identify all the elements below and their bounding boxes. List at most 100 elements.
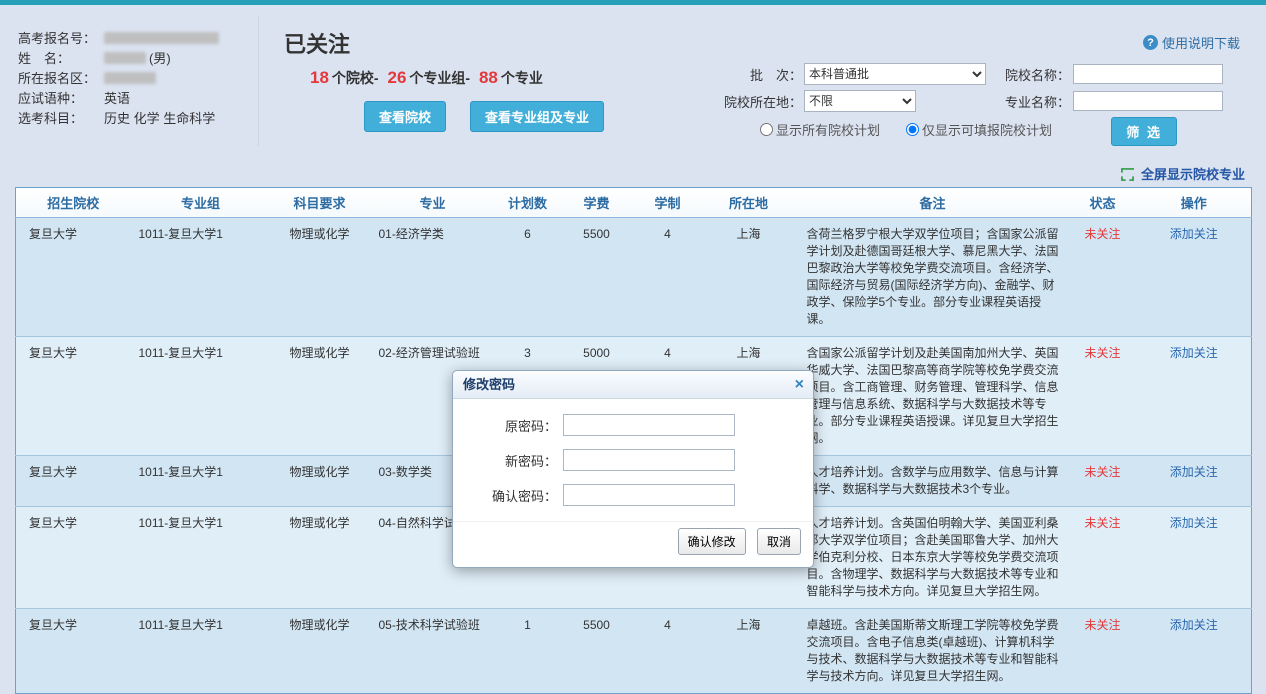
cancel-button[interactable]: 取消 xyxy=(757,528,801,555)
new-password-input[interactable] xyxy=(563,449,735,471)
major-cell: 05-技术科学试验班 xyxy=(369,609,497,694)
column-header: 状态 xyxy=(1069,188,1137,218)
profile-field: 姓 名： (男) xyxy=(18,49,250,69)
confirm-change-button[interactable]: 确认修改 xyxy=(678,528,746,555)
college-cell: 复旦大学 xyxy=(16,507,131,609)
column-header: 操作 xyxy=(1137,188,1252,218)
password-field-label: 新密码： xyxy=(479,451,557,470)
profile-field: 选考科目： 历史 化学 生命科学 xyxy=(18,109,250,129)
help-link[interactable]: ? 使用说明下载 xyxy=(1143,33,1240,52)
redacted-value xyxy=(104,32,219,44)
group-cell: 1011-复旦大学1 xyxy=(131,507,271,609)
fullscreen-icon xyxy=(1121,168,1134,181)
column-header: 专业组 xyxy=(131,188,271,218)
filter-button[interactable]: 筛 选 xyxy=(1111,117,1177,146)
fullscreen-link-label: 全屏显示院校专业 xyxy=(1141,167,1245,182)
profile-field: 高考报名号： xyxy=(18,29,250,49)
add-follow-link[interactable]: 添加关注 xyxy=(1170,227,1218,241)
action-cell: 添加关注 xyxy=(1137,456,1252,507)
filter-row-1: 批 次： 本科普通批 院校名称： xyxy=(716,63,1221,85)
location-cell: 上海 xyxy=(701,609,797,694)
password-field-row: 确认密码： xyxy=(479,484,787,506)
table-row: 复旦大学 1011-复旦大学1 物理或化学 01-经济学类 6 5500 4 上… xyxy=(16,218,1252,337)
status-cell: 未关注 xyxy=(1069,456,1137,507)
subjects-cell: 物理或化学 xyxy=(271,218,369,337)
subjects-cell: 物理或化学 xyxy=(271,456,369,507)
location-select[interactable]: 不限 xyxy=(804,90,916,112)
password-field-row: 新密码： xyxy=(479,449,787,471)
status-cell: 未关注 xyxy=(1069,337,1137,456)
column-header: 科目要求 xyxy=(271,188,369,218)
college-name-input[interactable] xyxy=(1073,64,1223,84)
college-cell: 复旦大学 xyxy=(16,337,131,456)
view-groups-button[interactable]: 查看专业组及专业 xyxy=(470,101,604,132)
column-header: 学费 xyxy=(559,188,635,218)
group-cell: 1011-复旦大学1 xyxy=(131,456,271,507)
column-header: 备注 xyxy=(797,188,1069,218)
close-icon[interactable]: × xyxy=(795,371,804,399)
college-cell: 复旦大学 xyxy=(16,218,131,337)
profile-field-value: 历史 化学 生命科学 xyxy=(104,111,215,126)
remark-cell: 人才培养计划。含数学与应用数学、信息与计算科学、数据科学与大数据技术3个专业。 xyxy=(797,456,1069,507)
redacted-value xyxy=(104,72,156,84)
dialog-footer: 确认修改 取消 xyxy=(453,521,813,567)
view-colleges-button[interactable]: 查看院校 xyxy=(364,101,446,132)
profile-field-value: 英语 xyxy=(104,91,130,106)
batch-select[interactable]: 本科普通批 xyxy=(804,63,986,85)
status-cell: 未关注 xyxy=(1069,609,1137,694)
redacted-value xyxy=(104,52,146,64)
major-name-input[interactable] xyxy=(1073,91,1223,111)
stat-number: 18 xyxy=(310,68,329,87)
college-cell: 复旦大学 xyxy=(16,609,131,694)
followed-stat: 88个专业 xyxy=(479,70,548,86)
add-follow-link[interactable]: 添加关注 xyxy=(1170,618,1218,632)
change-password-dialog: 修改密码 × 原密码： 新密码： 确认密码： 确认修改 取消 xyxy=(452,370,814,568)
dialog-header: 修改密码 × xyxy=(453,371,813,399)
filter-panel: 批 次： 本科普通批 院校名称： 院校所在地： 不限 专业名称： 显示所有院校计… xyxy=(716,63,1221,139)
confirm-password-input[interactable] xyxy=(563,484,735,506)
group-cell: 1011-复旦大学1 xyxy=(131,337,271,456)
old-password-input[interactable] xyxy=(563,414,735,436)
stat-unit: 个院校- xyxy=(332,70,379,86)
college-cell: 复旦大学 xyxy=(16,456,131,507)
table-row: 复旦大学 1011-复旦大学1 物理或化学 05-技术科学试验班 1 5500 … xyxy=(16,609,1252,694)
batch-label: 批 次： xyxy=(716,65,802,84)
radio-show-available[interactable]: 仅显示可填报院校计划 xyxy=(906,120,1052,139)
dialog-body: 原密码： 新密码： 确认密码： xyxy=(453,399,813,521)
college-name-label: 院校名称： xyxy=(992,65,1070,84)
radio-show-all-input[interactable] xyxy=(760,123,773,136)
add-follow-link[interactable]: 添加关注 xyxy=(1170,516,1218,530)
remark-cell: 含国家公派留学计划及赴美国南加州大学、英国华威大学、法国巴黎高等商学院等校免学费… xyxy=(797,337,1069,456)
fullscreen-link[interactable]: 全屏显示院校专业 xyxy=(15,160,1251,187)
profile-field-value: (男) xyxy=(149,51,171,66)
password-field-label: 确认密码： xyxy=(479,486,557,505)
group-cell: 1011-复旦大学1 xyxy=(131,218,271,337)
action-cell: 添加关注 xyxy=(1137,337,1252,456)
header-divider xyxy=(258,15,259,146)
action-cell: 添加关注 xyxy=(1137,507,1252,609)
followed-stat: 18个院校- xyxy=(310,70,384,86)
radio-show-all-label: 显示所有院校计划 xyxy=(776,120,880,139)
group-cell: 1011-复旦大学1 xyxy=(131,609,271,694)
profile-field-label: 所在报名区： xyxy=(18,69,104,89)
radio-show-available-input[interactable] xyxy=(906,123,919,136)
major-name-label: 专业名称： xyxy=(992,92,1070,111)
followed-stat: 26个专业组- xyxy=(387,70,475,86)
profile-panel: 高考报名号： 姓 名： (男) 所在报名区： 应试语种： 英语 选考科目： 历史… xyxy=(18,29,250,129)
location-label: 院校所在地： xyxy=(716,92,802,111)
column-header: 学制 xyxy=(635,188,701,218)
table-header-row: 招生院校 专业组 科目要求 专业 计划数 学费 学制 所在地 备注 状态 操作 xyxy=(16,188,1252,218)
tuition-cell: 5500 xyxy=(559,218,635,337)
profile-field-label: 姓 名： xyxy=(18,49,104,69)
help-link-label: 使用说明下载 xyxy=(1162,33,1240,52)
status-cell: 未关注 xyxy=(1069,507,1137,609)
action-cell: 添加关注 xyxy=(1137,609,1252,694)
radio-show-all[interactable]: 显示所有院校计划 xyxy=(760,120,880,139)
add-follow-link[interactable]: 添加关注 xyxy=(1170,465,1218,479)
add-follow-link[interactable]: 添加关注 xyxy=(1170,346,1218,360)
column-header: 招生院校 xyxy=(16,188,131,218)
stat-unit: 个专业组- xyxy=(409,70,470,86)
years-cell: 4 xyxy=(635,218,701,337)
header: 高考报名号： 姓 名： (男) 所在报名区： 应试语种： 英语 选考科目： 历史… xyxy=(0,5,1266,160)
remark-cell: 含荷兰格罗宁根大学双学位项目；含国家公派留学计划及赴德国哥廷根大学、慕尼黑大学、… xyxy=(797,218,1069,337)
